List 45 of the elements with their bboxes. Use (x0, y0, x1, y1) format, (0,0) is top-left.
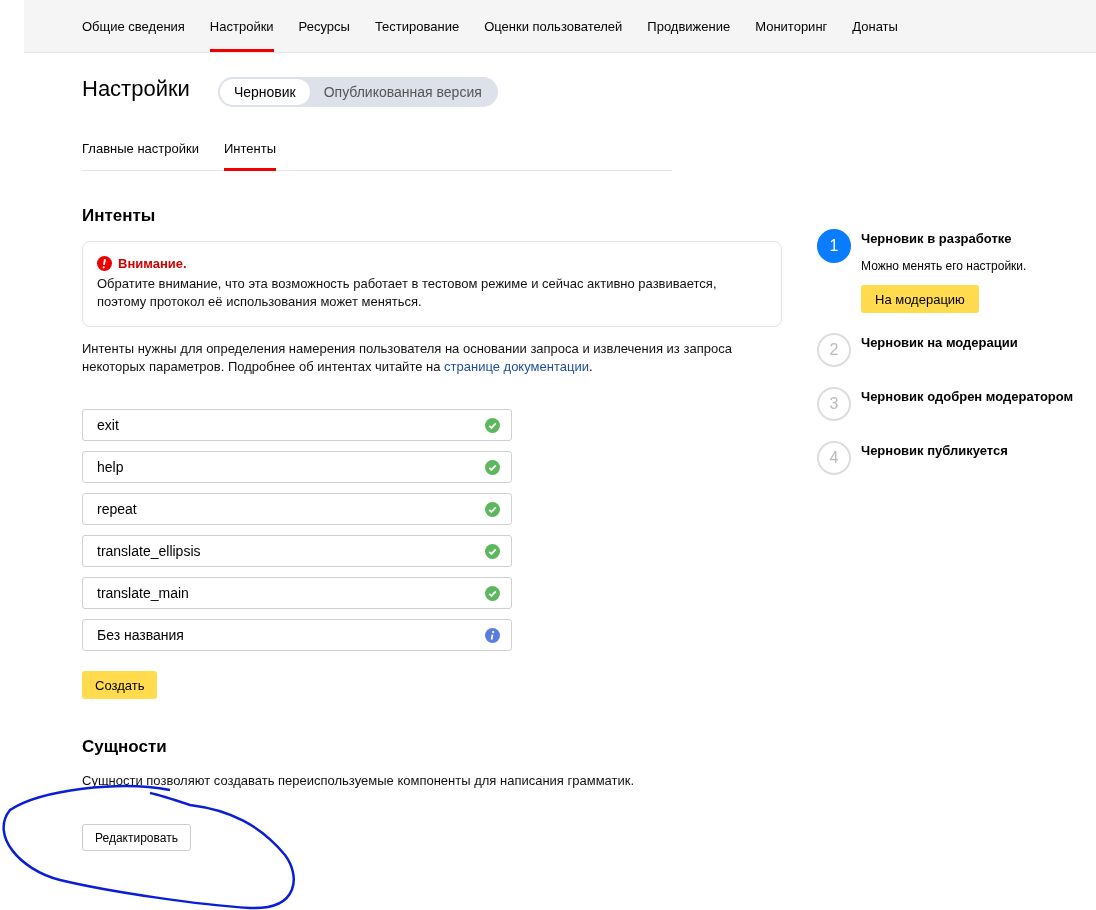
documentation-link[interactable]: странице документации (444, 359, 589, 374)
intent-row[interactable]: help (82, 451, 512, 483)
intent-name: repeat (97, 501, 137, 517)
section-title: Сущности (82, 737, 168, 757)
intent-row[interactable]: exit (82, 409, 512, 441)
create-button[interactable]: Создать (82, 671, 158, 699)
nav-tab[interactable]: Оценки пользователей (484, 0, 623, 52)
intent-row[interactable]: translate_ellipsis (82, 535, 512, 567)
warning-text: Обратите внимание, что эта возможность работает в тестовом режиме и сейчас активно развивается, поэтому протокол её использования может меняться. (97, 275, 718, 311)
intent-name: translate_main (97, 585, 189, 601)
subtab[interactable]: Главные настройки (82, 141, 199, 171)
step-text: Можно менять его настройки. (861, 259, 1027, 273)
intent-row[interactable]: repeat (82, 493, 512, 525)
intent-name: translate_ellipsis (97, 543, 201, 559)
intent-row[interactable]: Без названия (82, 619, 512, 651)
intent-name: help (97, 459, 124, 475)
intent-name: exit (97, 417, 119, 433)
step-number: 2 (817, 333, 851, 367)
step-title: Черновик одобрен модератором (861, 389, 1074, 405)
subtab[interactable]: Интенты (223, 141, 276, 171)
moderation-button[interactable]: На модерацию (861, 285, 979, 313)
nav-tab[interactable]: Общие сведения (82, 0, 185, 52)
entities-description: Сущности позволяют создавать переиспользуемые компоненты для написания грамматик. (82, 772, 636, 790)
version-option[interactable]: Опубликованная версия (309, 79, 496, 105)
intent-row[interactable]: translate_main (82, 577, 512, 609)
step-title: Черновик в разработке (861, 231, 1012, 247)
intent-name: Без названия (97, 627, 184, 643)
section-title: Интенты (82, 206, 157, 226)
nav-tab[interactable]: Тестирование (374, 0, 460, 52)
nav-tab[interactable]: Мониторинг (755, 0, 828, 52)
nav-tab[interactable]: Настройки (209, 0, 274, 52)
step-title: Черновик на модерации (861, 335, 1018, 351)
step-number: 1 (817, 229, 851, 263)
exclamation-icon (97, 256, 112, 271)
warning-title: Внимание. (118, 256, 187, 271)
edit-button[interactable]: Редактировать (82, 824, 191, 851)
nav-tab[interactable]: Донаты (852, 0, 898, 52)
nav-tab[interactable]: Продвижение (647, 0, 731, 52)
page-title: Настройки (82, 76, 190, 102)
step-number: 3 (817, 387, 851, 421)
intents-description: Интенты нужны для определения намерения пользователя на основании запроса и извлечения из запроса некоторых параметров. Подробнее об интентах читайте на странице документации. (82, 340, 733, 376)
step-number: 4 (817, 441, 851, 475)
nav-tab[interactable]: Ресурсы (298, 0, 350, 52)
version-option[interactable]: Черновик (219, 79, 310, 105)
step-title: Черновик публикуется (861, 443, 1008, 459)
